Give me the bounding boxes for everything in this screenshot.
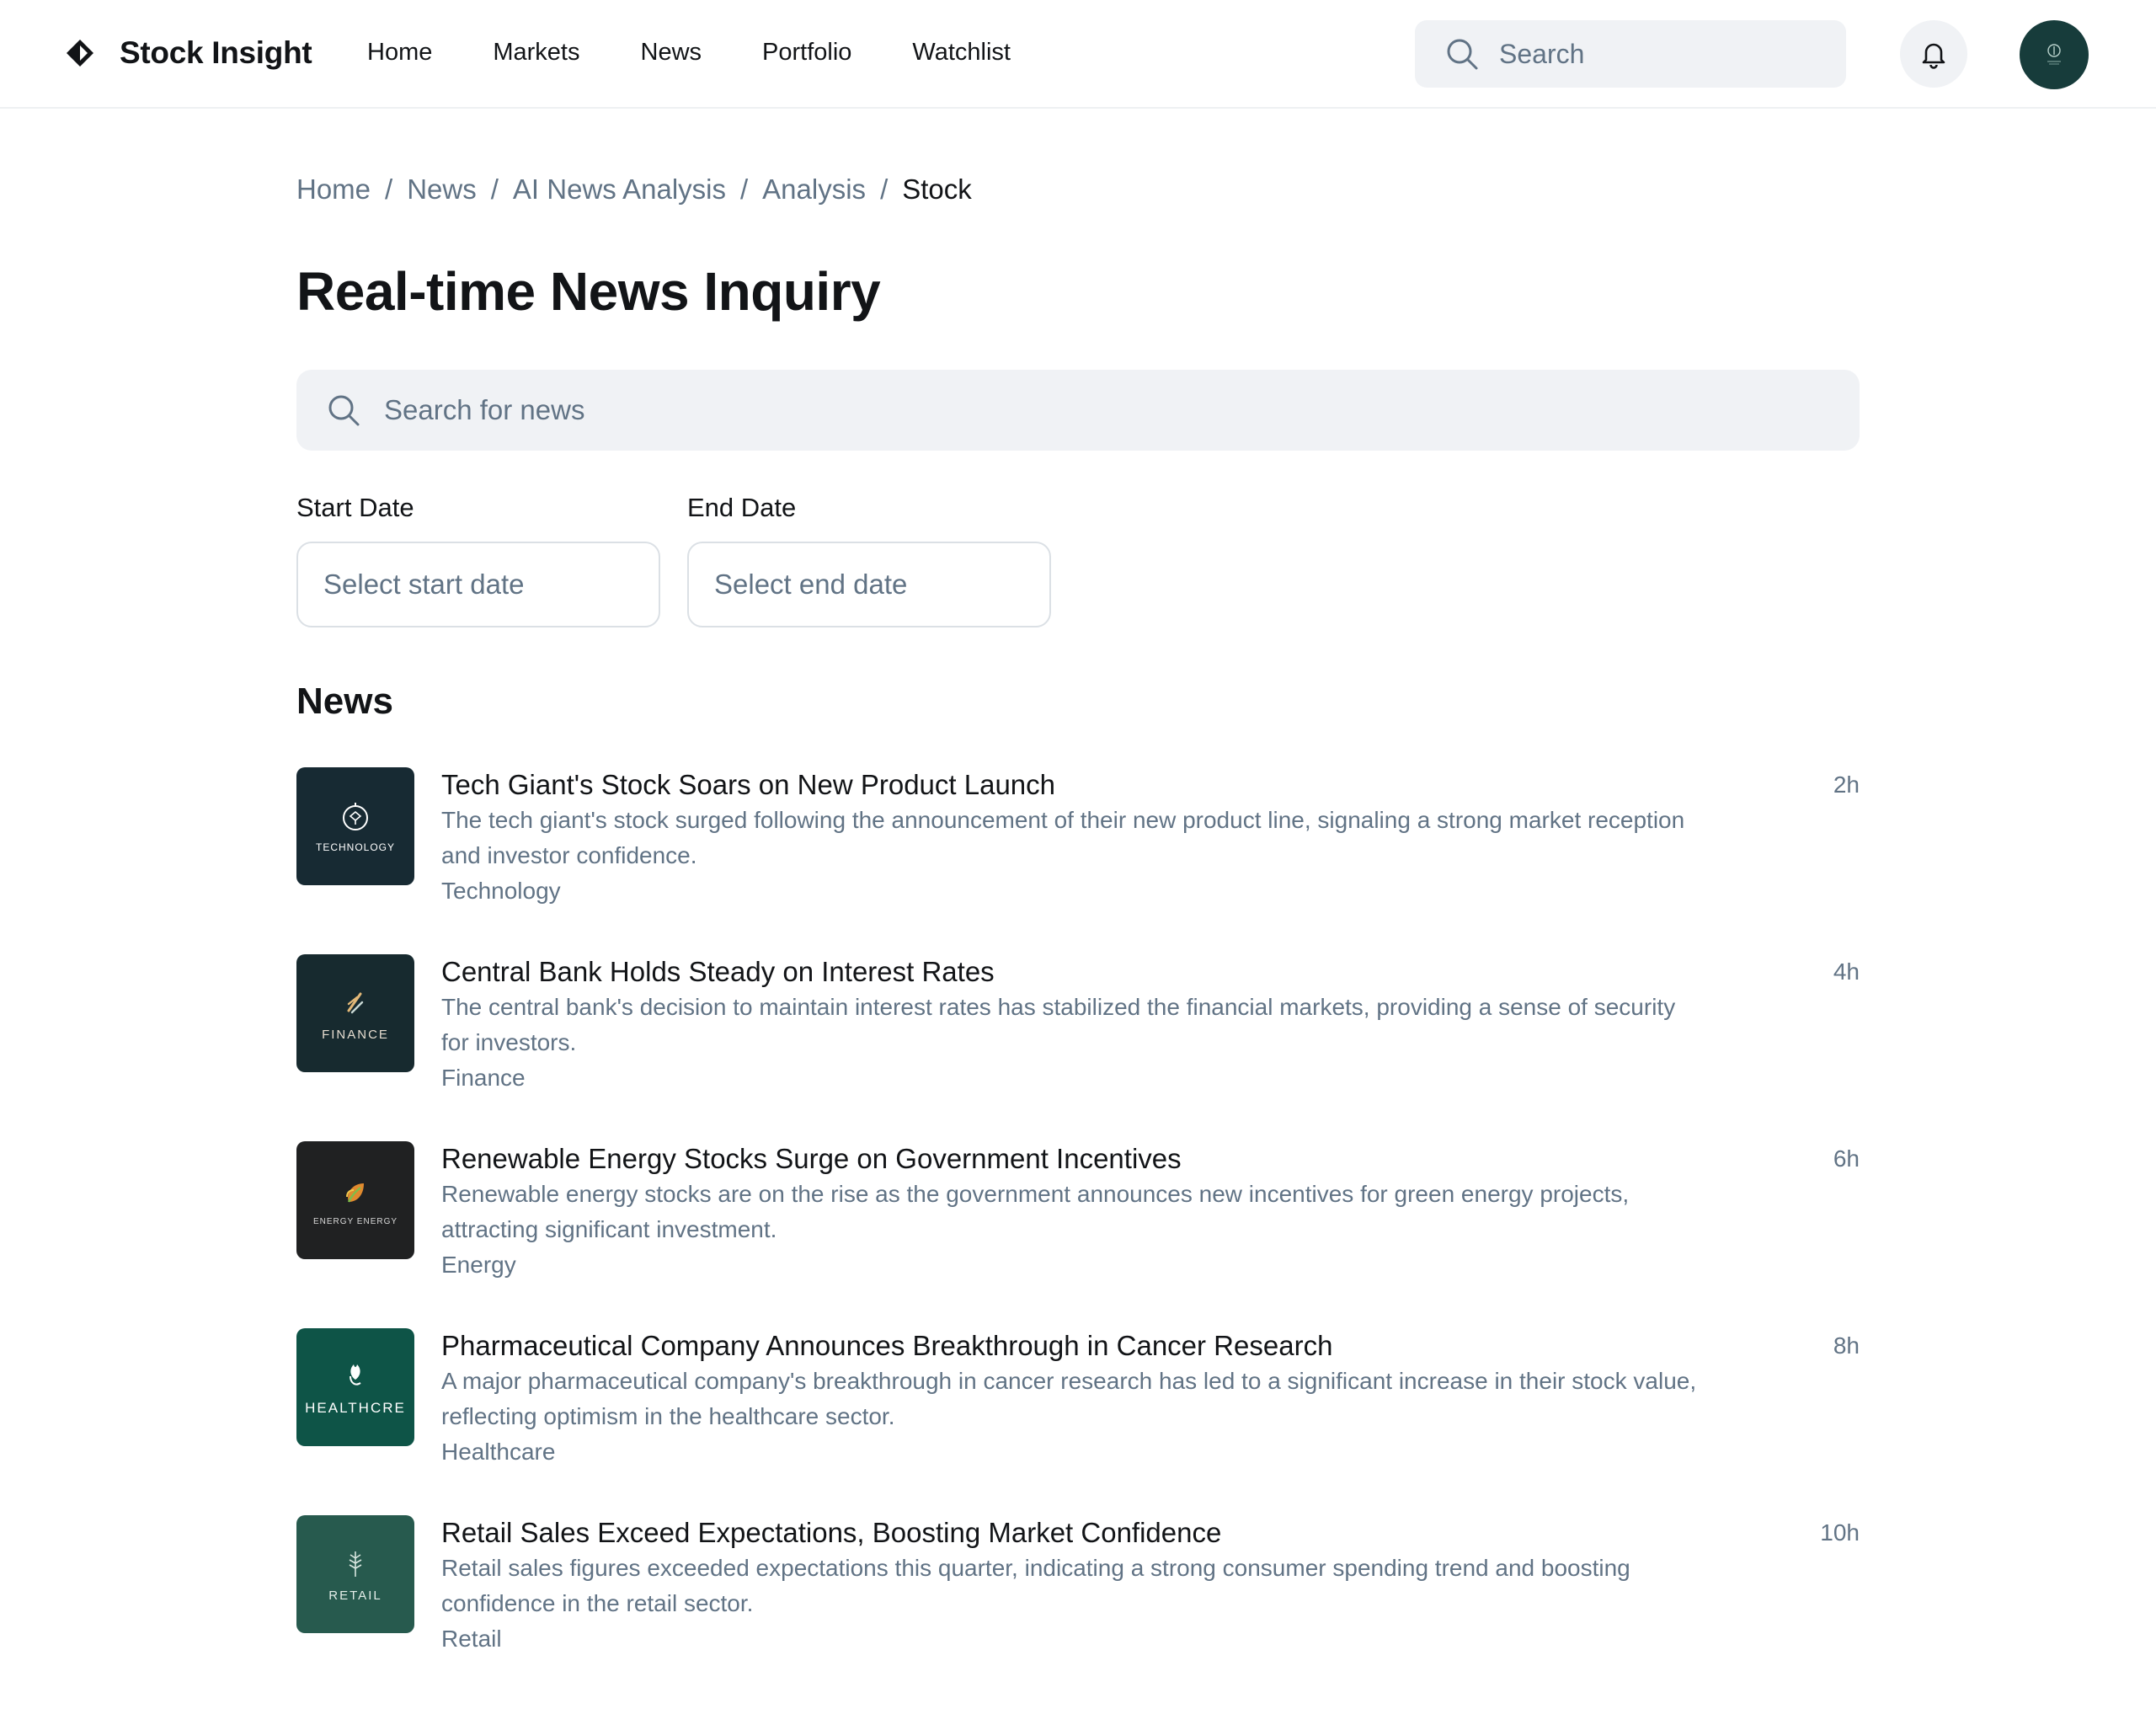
main-nav: Home Markets News Portfolio Watchlist bbox=[367, 34, 1071, 72]
news-section-title: News bbox=[296, 681, 393, 722]
nav-news[interactable]: News bbox=[641, 34, 702, 72]
news-item[interactable]: FINANCE Central Bank Holds Steady on Int… bbox=[296, 954, 1860, 1141]
avatar-emblem-icon bbox=[2047, 44, 2061, 65]
end-date-field[interactable]: Select end date bbox=[687, 542, 1051, 627]
nav-watchlist[interactable]: Watchlist bbox=[912, 34, 1011, 72]
date-range: Start Date Select start date End Date Se… bbox=[296, 491, 1860, 627]
news-title[interactable]: Central Bank Holds Steady on Interest Ra… bbox=[441, 954, 1705, 990]
breadcrumb-separator: / bbox=[880, 174, 889, 205]
search-icon bbox=[328, 395, 360, 426]
breadcrumb-current: Stock bbox=[902, 174, 972, 205]
retail-wheat-logo-icon bbox=[349, 1551, 362, 1577]
healthcare-logo-icon bbox=[350, 1364, 361, 1386]
news-time: 10h bbox=[1820, 1519, 1860, 1546]
header-search[interactable] bbox=[1415, 20, 1846, 88]
news-time: 4h bbox=[1833, 958, 1860, 985]
news-body: Retail Sales Exceed Expectations, Boosti… bbox=[441, 1515, 1705, 1657]
news-time: 2h bbox=[1833, 772, 1860, 798]
header-search-input[interactable] bbox=[1497, 37, 1846, 71]
news-title[interactable]: Pharmaceutical Company Announces Breakth… bbox=[441, 1328, 1705, 1364]
news-item[interactable]: ENERGY ENERGY Renewable Energy Stocks Su… bbox=[296, 1141, 1860, 1328]
news-description: Retail sales figures exceeded expectatio… bbox=[441, 1555, 1630, 1616]
breadcrumb-separator: / bbox=[385, 174, 393, 205]
news-title[interactable]: Tech Giant's Stock Soars on New Product … bbox=[441, 767, 1705, 803]
page-title: Real-time News Inquiry bbox=[296, 261, 881, 322]
news-category: Retail bbox=[441, 1626, 502, 1652]
news-time: 8h bbox=[1833, 1332, 1860, 1359]
thumbnail-label: RETAIL bbox=[328, 1588, 382, 1603]
news-title[interactable]: Retail Sales Exceed Expectations, Boosti… bbox=[441, 1515, 1705, 1551]
news-thumbnail: TECHNOLOGY bbox=[296, 767, 414, 885]
news-title[interactable]: Renewable Energy Stocks Surge on Governm… bbox=[441, 1141, 1705, 1177]
nav-home[interactable]: Home bbox=[367, 34, 432, 72]
news-category: Healthcare bbox=[441, 1439, 556, 1465]
breadcrumb-news[interactable]: News bbox=[407, 171, 477, 208]
energy-leaf-logo-icon bbox=[346, 1183, 364, 1203]
breadcrumb-ai-news-analysis[interactable]: AI News Analysis bbox=[513, 171, 726, 208]
notifications-button[interactable] bbox=[1900, 20, 1967, 88]
news-description: The tech giant's stock surged following … bbox=[441, 807, 1685, 868]
news-item[interactable]: HEALTHCRE Pharmaceutical Company Announc… bbox=[296, 1328, 1860, 1515]
news-list: TECHNOLOGY Tech Giant's Stock Soars on N… bbox=[296, 767, 1860, 1702]
breadcrumb-home[interactable]: Home bbox=[296, 171, 371, 208]
user-avatar[interactable] bbox=[2020, 20, 2089, 89]
news-thumbnail: HEALTHCRE bbox=[296, 1328, 414, 1446]
start-date-label: Start Date bbox=[296, 493, 414, 522]
end-date-label: End Date bbox=[687, 493, 797, 522]
news-thumbnail: FINANCE bbox=[296, 954, 414, 1072]
brand[interactable]: Stock Insight bbox=[66, 32, 312, 74]
finance-logo-icon bbox=[347, 992, 364, 1013]
end-date-group: End Date Select end date bbox=[687, 491, 1051, 627]
news-thumbnail: RETAIL bbox=[296, 1515, 414, 1633]
news-search-input[interactable] bbox=[382, 393, 1860, 427]
technology-logo-icon bbox=[343, 803, 368, 830]
search-icon bbox=[1447, 39, 1478, 70]
news-body: Renewable Energy Stocks Surge on Governm… bbox=[441, 1141, 1705, 1283]
news-search[interactable] bbox=[296, 370, 1860, 451]
stock-insight-logo-icon bbox=[67, 40, 93, 67]
thumbnail-label: TECHNOLOGY bbox=[315, 841, 395, 853]
breadcrumb: Home / News / AI News Analysis / Analysi… bbox=[296, 171, 1860, 208]
news-description: The central bank's decision to maintain … bbox=[441, 994, 1676, 1055]
thumbnail-label: ENERGY ENERGY bbox=[312, 1216, 398, 1226]
main-content: Home / News / AI News Analysis / Analysi… bbox=[296, 109, 1860, 1702]
breadcrumb-separator: / bbox=[490, 174, 499, 205]
brand-name: Stock Insight bbox=[120, 35, 312, 70]
news-body: Central Bank Holds Steady on Interest Ra… bbox=[441, 954, 1705, 1096]
news-body: Tech Giant's Stock Soars on New Product … bbox=[441, 767, 1705, 909]
news-category: Technology bbox=[441, 878, 561, 904]
top-navigation-bar: Stock Insight Home Markets News Portfoli… bbox=[0, 0, 2156, 109]
bell-icon bbox=[1922, 43, 1945, 69]
thumbnail-label: FINANCE bbox=[322, 1027, 389, 1042]
start-date-field[interactable]: Select start date bbox=[296, 542, 660, 627]
nav-portfolio[interactable]: Portfolio bbox=[762, 34, 851, 72]
news-item[interactable]: TECHNOLOGY Tech Giant's Stock Soars on N… bbox=[296, 767, 1860, 954]
news-body: Pharmaceutical Company Announces Breakth… bbox=[441, 1328, 1705, 1470]
news-category: Finance bbox=[441, 1065, 526, 1091]
news-description: A major pharmaceutical company's breakth… bbox=[441, 1368, 1697, 1429]
news-time: 6h bbox=[1833, 1145, 1860, 1172]
news-category: Energy bbox=[441, 1252, 516, 1278]
news-item[interactable]: RETAIL Retail Sales Exceed Expectations,… bbox=[296, 1515, 1860, 1702]
start-date-group: Start Date Select start date bbox=[296, 491, 660, 627]
breadcrumb-analysis[interactable]: Analysis bbox=[762, 171, 866, 208]
thumbnail-label: HEALTHCRE bbox=[305, 1400, 406, 1416]
breadcrumb-separator: / bbox=[740, 174, 749, 205]
news-description: Renewable energy stocks are on the rise … bbox=[441, 1181, 1630, 1242]
nav-markets[interactable]: Markets bbox=[493, 34, 579, 72]
news-thumbnail: ENERGY ENERGY bbox=[296, 1141, 414, 1259]
